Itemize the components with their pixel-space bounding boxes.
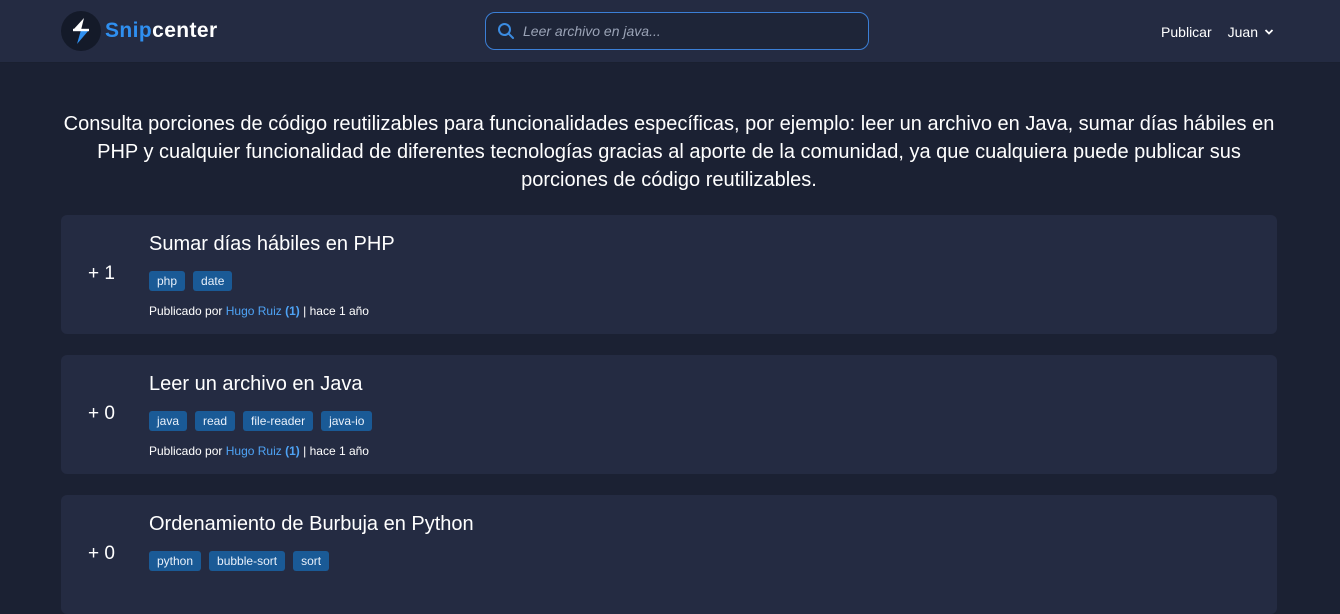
- chevron-down-icon: [1264, 28, 1274, 36]
- nav-right: Publicar Juan: [1161, 22, 1274, 42]
- vote-button[interactable]: + 0: [88, 403, 115, 425]
- published-time: hace 1 año: [309, 304, 369, 318]
- tag[interactable]: php: [149, 271, 186, 291]
- snippet-title[interactable]: Leer un archivo en Java: [149, 373, 362, 396]
- user-menu[interactable]: Juan: [1228, 24, 1274, 40]
- search-icon: [497, 22, 515, 40]
- search-input[interactable]: [523, 16, 868, 46]
- snippet-meta: Publicado por Hugo Ruiz (1) | hace 1 año: [149, 444, 369, 458]
- tag-list: php date: [149, 271, 240, 291]
- tag[interactable]: python: [149, 551, 202, 571]
- snippet-title[interactable]: Sumar días hábiles en PHP: [149, 233, 395, 256]
- tag-list: java read file-reader java-io: [149, 411, 380, 431]
- snippet-title[interactable]: Ordenamiento de Burbuja en Python: [149, 513, 474, 536]
- author-link[interactable]: Hugo Ruiz: [226, 444, 282, 458]
- vote-button[interactable]: + 0: [88, 543, 115, 565]
- meta-separator: |: [303, 304, 307, 318]
- author-reputation: (1): [285, 304, 300, 318]
- tag[interactable]: file-reader: [243, 411, 314, 431]
- brand-name-part2: center: [152, 19, 218, 42]
- publish-link[interactable]: Publicar: [1161, 24, 1212, 40]
- vote-button[interactable]: + 1: [88, 263, 115, 285]
- navbar: Snipcenter Publicar Juan: [0, 0, 1340, 63]
- published-time: hace 1 año: [309, 444, 369, 458]
- published-by-label: Publicado por: [149, 444, 223, 458]
- logo-link[interactable]: Snipcenter: [61, 11, 218, 51]
- snippet-card: + 0 Leer un archivo en Java java read fi…: [61, 355, 1277, 474]
- tag-list: python bubble-sort sort: [149, 551, 337, 571]
- intro-text: Consulta porciones de código reutilizabl…: [63, 113, 1275, 191]
- brand-name-part1: Snip: [105, 19, 153, 42]
- meta-separator: |: [303, 444, 307, 458]
- author-link[interactable]: Hugo Ruiz: [226, 304, 282, 318]
- tag[interactable]: java-io: [321, 411, 373, 431]
- snippet-card: + 0 Ordenamiento de Burbuja en Python py…: [61, 495, 1277, 614]
- user-name: Juan: [1227, 24, 1258, 40]
- published-by-label: Publicado por: [149, 304, 223, 318]
- snippet-card: + 1 Sumar días hábiles en PHP php date P…: [61, 215, 1277, 334]
- brand-name: Snipcenter: [105, 19, 218, 43]
- tag[interactable]: read: [195, 411, 236, 431]
- search-box: [485, 12, 869, 50]
- tag[interactable]: bubble-sort: [209, 551, 286, 571]
- bolt-logo-icon: [61, 11, 101, 51]
- snippet-meta: Publicado por Hugo Ruiz (1) | hace 1 año: [149, 304, 369, 318]
- tag[interactable]: date: [193, 271, 233, 291]
- tag[interactable]: java: [149, 411, 188, 431]
- tag[interactable]: sort: [293, 551, 330, 571]
- author-reputation: (1): [285, 444, 300, 458]
